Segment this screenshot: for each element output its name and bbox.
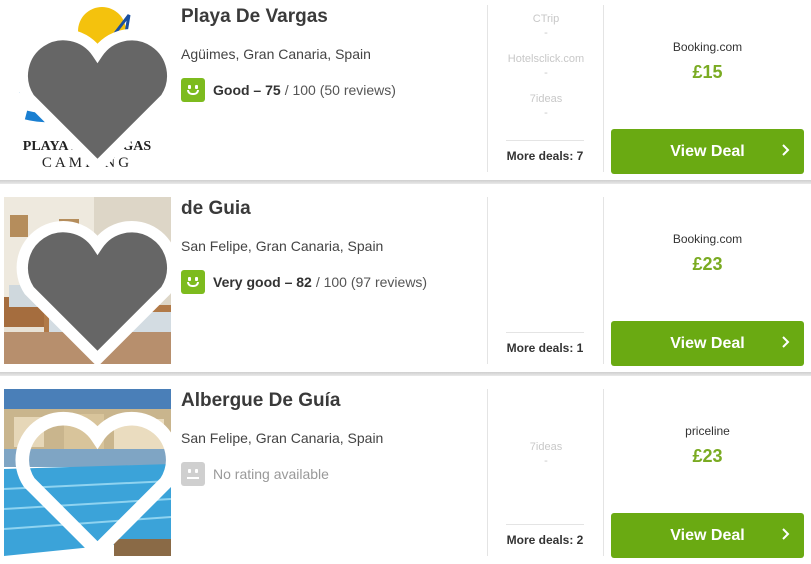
hotel-name[interactable]: Playa De Vargas bbox=[181, 6, 328, 28]
provider-name[interactable]: 7ideas bbox=[496, 440, 596, 454]
deal-site: priceline bbox=[685, 424, 730, 438]
hotel-card: Albergue De Guía San Felipe, Gran Canari… bbox=[0, 384, 811, 564]
hotel-name[interactable]: de Guia bbox=[181, 198, 251, 220]
rating-face-icon bbox=[181, 462, 205, 486]
rating: Very good – 82 / 100 (97 reviews) bbox=[181, 270, 427, 294]
rating-score-detail: / 100 (50 reviews) bbox=[284, 82, 396, 98]
provider-name[interactable]: CTrip bbox=[496, 12, 596, 26]
hotel-image[interactable]: PLAYA DE VARGAS CAMPING bbox=[4, 5, 171, 172]
rating-score-detail: / 100 (97 reviews) bbox=[315, 274, 428, 290]
hotel-location: Agüimes, Gran Canaria, Spain bbox=[181, 46, 371, 62]
hotel-name[interactable]: Albergue De Guía bbox=[181, 390, 340, 412]
rating-face-icon bbox=[181, 270, 205, 294]
heart-icon[interactable] bbox=[14, 399, 171, 556]
deal-price: £15 bbox=[692, 62, 723, 82]
hotel-card: PLAYA DE VARGAS CAMPING Playa De Vargas … bbox=[0, 0, 811, 184]
more-deals-link[interactable]: More deals: 2 bbox=[506, 524, 584, 547]
divider bbox=[487, 389, 488, 556]
hotel-image[interactable] bbox=[4, 389, 171, 556]
rating: No rating available bbox=[181, 462, 329, 486]
provider-price: - bbox=[544, 27, 548, 39]
provider-list: CTrip - Hotelsclick.com - 7ideas - bbox=[496, 12, 596, 132]
chevron-right-icon bbox=[782, 528, 790, 540]
provider-list: 7ideas - bbox=[496, 440, 596, 480]
hotel-image[interactable] bbox=[4, 197, 171, 364]
provider-price: - bbox=[544, 107, 548, 119]
more-deals-link[interactable]: More deals: 7 bbox=[506, 140, 584, 163]
card-separator bbox=[0, 180, 811, 184]
view-deal-label: View Deal bbox=[670, 334, 745, 352]
card-separator bbox=[0, 372, 811, 376]
divider bbox=[487, 197, 488, 364]
provider-price: - bbox=[544, 67, 548, 79]
chevron-right-icon bbox=[782, 144, 790, 156]
rating-face-icon bbox=[181, 78, 205, 102]
view-deal-label: View Deal bbox=[670, 526, 745, 544]
view-deal-label: View Deal bbox=[670, 142, 745, 160]
rating-label: Good – 75 bbox=[213, 82, 281, 98]
rating: Good – 75 / 100 (50 reviews) bbox=[181, 78, 396, 102]
rating-unavailable: No rating available bbox=[213, 466, 329, 482]
provider-price: - bbox=[544, 455, 548, 467]
hotel-card: de Guia San Felipe, Gran Canaria, Spain … bbox=[0, 192, 811, 376]
view-deal-button[interactable]: View Deal bbox=[611, 129, 804, 174]
heart-icon[interactable] bbox=[14, 15, 171, 172]
provider-name[interactable]: Hotelsclick.com bbox=[496, 52, 596, 66]
deal-site: Booking.com bbox=[672, 232, 743, 246]
divider bbox=[603, 5, 604, 172]
deal-price: £23 bbox=[692, 446, 723, 466]
heart-icon[interactable] bbox=[14, 207, 171, 364]
deal-site: Booking.com bbox=[672, 40, 743, 54]
rating-label: Very good – 82 bbox=[213, 274, 312, 290]
more-deals-link[interactable]: More deals: 1 bbox=[506, 332, 584, 355]
divider bbox=[603, 389, 604, 556]
view-deal-button[interactable]: View Deal bbox=[611, 513, 804, 558]
deal-price: £23 bbox=[692, 254, 723, 274]
view-deal-button[interactable]: View Deal bbox=[611, 321, 804, 366]
chevron-right-icon bbox=[782, 336, 790, 348]
divider bbox=[603, 197, 604, 364]
divider bbox=[487, 5, 488, 172]
hotel-location: San Felipe, Gran Canaria, Spain bbox=[181, 238, 384, 254]
provider-name[interactable]: 7ideas bbox=[496, 92, 596, 106]
hotel-location: San Felipe, Gran Canaria, Spain bbox=[181, 430, 384, 446]
